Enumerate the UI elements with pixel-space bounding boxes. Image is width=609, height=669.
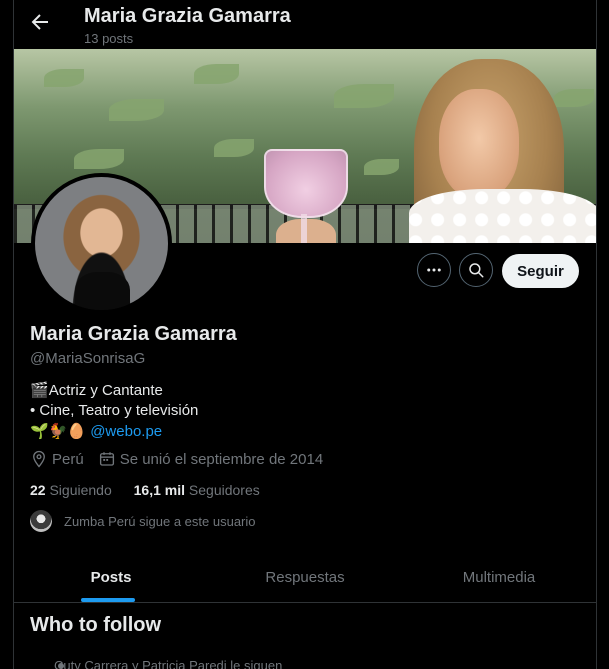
banner-foliage: [554, 89, 594, 107]
following-link[interactable]: 22 Siguiendo: [30, 482, 112, 498]
profile-tabs: Posts Respuestas Multimedia: [14, 553, 596, 603]
profile-meta: Perú Se unió el septiembre de 2014: [30, 450, 337, 468]
clapperboard-emoji: 🎬: [30, 381, 49, 399]
bio-line-2: • Cine, Teatro y televisión: [30, 402, 199, 419]
banner-foliage: [44, 69, 84, 87]
tab-posts[interactable]: Posts: [14, 553, 208, 602]
bio-line-1: 🎬Actriz y Cantante: [30, 380, 198, 401]
back-arrow-icon[interactable]: [28, 10, 52, 34]
profile-bio: 🎬Actriz y Cantante • Cine, Teatro y tele…: [30, 380, 198, 442]
bio-role: Actriz y Cantante: [48, 382, 163, 399]
more-icon: [427, 268, 441, 272]
followed-by-text: Zumba Perú sigue a este usuario: [64, 513, 256, 529]
who-to-follow-title: Who to follow: [30, 614, 162, 636]
location: Perú: [30, 450, 84, 468]
profile-name: Maria Grazia Gamarra: [30, 323, 237, 345]
follow-stats: 22 Siguiendo 16,1 mil Seguidores: [30, 482, 278, 498]
top-bar: Maria Grazia Gamarra 13 posts: [14, 0, 596, 48]
tab-replies[interactable]: Respuestas: [208, 553, 402, 602]
banner-foliage: [74, 149, 124, 169]
join-date: Se unió el septiembre de 2014: [98, 450, 323, 468]
bio-emojis: 🌱🐓🥚: [30, 422, 87, 440]
post-count: 13 posts: [84, 31, 134, 46]
avatar[interactable]: [31, 173, 172, 314]
join-date-text: Se unió el septiembre de 2014: [119, 450, 324, 468]
banner-foliage: [364, 159, 399, 175]
profile-column: Maria Grazia Gamarra 13 posts Seguir Mar…: [13, 0, 597, 669]
followers-link[interactable]: 16,1 mil Seguidores: [134, 482, 260, 498]
banner-foliage: [334, 84, 394, 108]
search-icon: [469, 263, 484, 278]
location-icon: [33, 450, 45, 468]
followed-by[interactable]: Zumba Perú sigue a este usuario: [30, 510, 256, 532]
header-title: Maria Grazia Gamarra: [84, 5, 291, 27]
more-button[interactable]: [417, 253, 451, 287]
banner-foliage: [194, 64, 239, 84]
followers-count: 16,1 mil: [133, 482, 186, 498]
follower-avatar: [30, 510, 52, 532]
banner-person-face: [439, 89, 519, 199]
banner-glass-stem: [301, 214, 307, 243]
bio-line-3: 🌱🐓🥚 @webo.pe: [30, 421, 198, 442]
search-button[interactable]: [459, 253, 493, 287]
followers-label: Seguidores: [188, 482, 260, 498]
profile-handle: @MariaSonrisaG: [30, 350, 146, 367]
bio-mention-link[interactable]: @webo: [90, 423, 141, 440]
banner-wine-glass: [264, 149, 348, 218]
location-text: Perú: [52, 450, 84, 468]
suggestion-context: Cuty Carrera y Patricia Paredi le siguen: [54, 658, 283, 669]
banner-foliage: [214, 139, 254, 157]
avatar-shirt: [75, 272, 130, 310]
following-count: 22: [30, 482, 46, 498]
bio-link-suffix[interactable]: .pe: [141, 423, 162, 440]
following-label: Siguiendo: [49, 482, 112, 498]
calendar-icon: [99, 452, 114, 466]
follow-button[interactable]: Seguir: [502, 254, 579, 288]
banner-foliage: [109, 99, 164, 121]
banner-person-dress: [409, 189, 596, 243]
tab-media[interactable]: Multimedia: [402, 553, 596, 602]
